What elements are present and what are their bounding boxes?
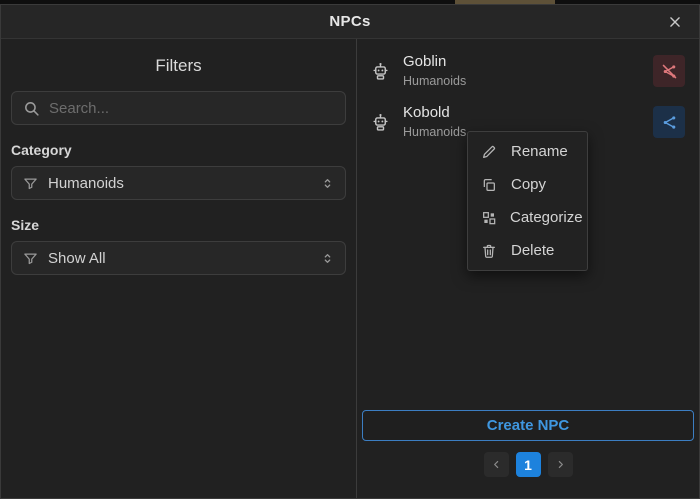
- unfold-more-icon: [321, 252, 334, 265]
- menu-item-label: Rename: [511, 143, 568, 160]
- menu-item-label: Copy: [511, 176, 547, 193]
- page-current-button[interactable]: 1: [515, 452, 541, 477]
- dialog-content: Filters Category Humanoids Size: [1, 39, 699, 498]
- size-select[interactable]: Show All: [11, 241, 346, 275]
- size-select-value: Show All: [48, 249, 106, 267]
- npc-name: Kobold: [403, 103, 450, 121]
- category-select[interactable]: Humanoids: [11, 166, 346, 200]
- chevron-right-icon: [558, 460, 563, 469]
- robot-icon: [371, 62, 393, 81]
- close-icon[interactable]: [665, 12, 685, 32]
- share-icon: [663, 115, 675, 129]
- menu-item-label: Delete: [511, 242, 555, 259]
- npc-category: Humanoids: [403, 73, 467, 88]
- page-prev-button[interactable]: [483, 452, 509, 477]
- search-icon: [23, 100, 40, 117]
- npc-list-panel: Goblin Humanoids Kobold Humanoids Rename…: [357, 39, 699, 498]
- filter-funnel-icon: [23, 251, 38, 266]
- search-box: [11, 91, 346, 125]
- share-off-button[interactable]: [653, 55, 685, 87]
- grid-icon: [481, 210, 497, 226]
- filters-title: Filters: [155, 56, 202, 75]
- menu-item-label: Categorize: [510, 209, 583, 226]
- create-npc-button[interactable]: Create NPC: [362, 410, 694, 441]
- context-menu: Rename Copy Categorize Delete: [467, 131, 588, 271]
- unfold-more-icon: [321, 177, 334, 190]
- pencil-icon: [481, 144, 498, 160]
- size-label: Size: [11, 217, 40, 233]
- filters-panel: Filters Category Humanoids Size: [1, 39, 357, 498]
- copy-icon: [481, 177, 498, 193]
- robot-icon: [371, 113, 393, 132]
- filter-funnel-icon: [23, 176, 38, 191]
- menu-item-categorize[interactable]: Categorize: [468, 201, 587, 234]
- menu-item-copy[interactable]: Copy: [468, 168, 587, 201]
- npcs-dialog: NPCs Filters Category Humanoids: [0, 4, 700, 499]
- npc-row-goblin[interactable]: Goblin Humanoids: [371, 52, 685, 90]
- search-input[interactable]: [49, 99, 334, 117]
- npc-name: Goblin: [403, 52, 447, 70]
- dialog-header: NPCs: [1, 5, 699, 39]
- dialog-title: NPCs: [329, 13, 371, 30]
- menu-item-delete[interactable]: Delete: [468, 234, 587, 267]
- category-select-value: Humanoids: [48, 174, 124, 192]
- create-npc-label: Create NPC: [486, 417, 570, 434]
- share-off-icon: [662, 64, 676, 78]
- trash-icon: [481, 243, 498, 259]
- chevron-left-icon: [493, 460, 498, 469]
- share-button[interactable]: [653, 106, 685, 138]
- category-label: Category: [11, 142, 72, 158]
- pagination: 1: [357, 452, 699, 477]
- menu-item-rename[interactable]: Rename: [468, 135, 587, 168]
- page-next-button[interactable]: [547, 452, 573, 477]
- npc-text: Goblin Humanoids: [403, 53, 653, 89]
